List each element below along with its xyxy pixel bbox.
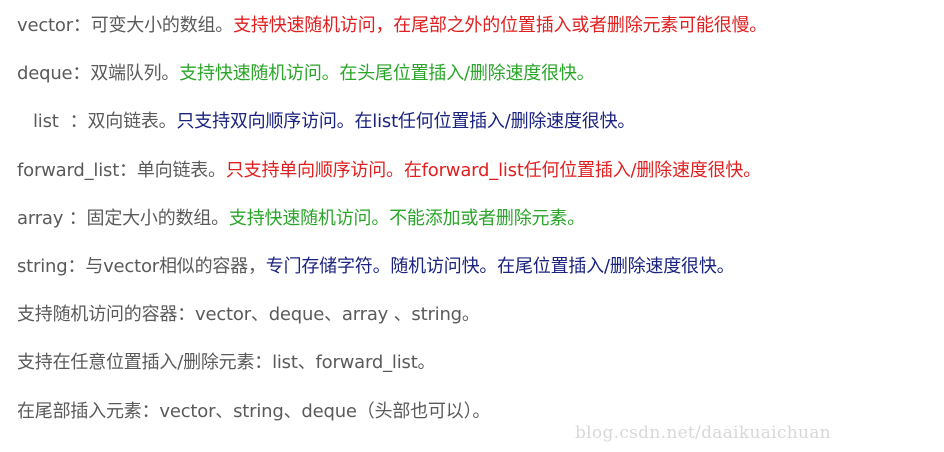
line-deque: deque：双端队列。支持快速随机访问。在头尾位置插入/删除速度很快。 xyxy=(17,55,937,103)
summary-insert-anywhere-text: 支持在任意位置插入/删除元素：list、forward_list。 xyxy=(17,352,436,374)
line-deque-prefix: deque：双端队列。 xyxy=(17,63,180,85)
line-array: array ：固定大小的数组。支持快速随机访问。不能添加或者删除元素。 xyxy=(17,200,937,248)
document-body: vector：可变大小的数组。支持快速随机访问，在尾部之外的位置插入或者删除元素… xyxy=(17,7,937,441)
summary-insert-tail-text: 在尾部插入元素：vector、string、deque（头部也可以）。 xyxy=(17,400,491,422)
line-vector-prefix: vector：可变大小的数组。 xyxy=(17,15,234,36)
line-deque-highlight: 支持快速随机访问。在头尾位置插入/删除速度很快。 xyxy=(179,63,595,85)
summary-random-access: 支持随机访问的容器：vector、deque、array 、string。 xyxy=(17,296,937,344)
line-forward-list: forward_list：单向链表。只支持单向顺序访问。在forward_lis… xyxy=(17,152,937,200)
summary-random-access-text: 支持随机访问的容器：vector、deque、array 、string。 xyxy=(17,304,480,326)
line-vector: vector：可变大小的数组。支持快速随机访问，在尾部之外的位置插入或者删除元素… xyxy=(17,7,937,55)
line-list-prefix: list ：双向链表。 xyxy=(33,111,177,133)
summary-insert-anywhere: 支持在任意位置插入/删除元素：list、forward_list。 xyxy=(17,344,937,392)
line-vector-highlight: 支持快速随机访问，在尾部之外的位置插入或者删除元素可能很慢。 xyxy=(233,15,768,36)
line-string-highlight: 专门存储字符。随机访问快。在尾位置插入/删除速度很快。 xyxy=(265,255,735,277)
line-list: list ：双向链表。只支持双向顺序访问。在list任何位置插入/删除速度很快。 xyxy=(17,103,937,151)
line-array-prefix: array ：固定大小的数组。 xyxy=(17,207,229,229)
line-forward-list-highlight: 只支持单向顺序访问。在forward_list任何位置插入/删除速度很快。 xyxy=(225,159,761,181)
line-list-highlight: 只支持双向顺序访问。在list任何位置插入/删除速度很快。 xyxy=(176,111,636,133)
line-string: string：与vector相似的容器，专门存储字符。随机访问快。在尾位置插入/… xyxy=(17,248,937,296)
line-string-prefix: string：与vector相似的容器， xyxy=(17,255,266,277)
line-array-highlight: 支持快速随机访问。不能添加或者删除元素。 xyxy=(228,207,585,229)
blog-watermark: blog.csdn.net/daaikuaichuan xyxy=(575,423,831,443)
line-forward-list-prefix: forward_list：单向链表。 xyxy=(17,159,226,181)
